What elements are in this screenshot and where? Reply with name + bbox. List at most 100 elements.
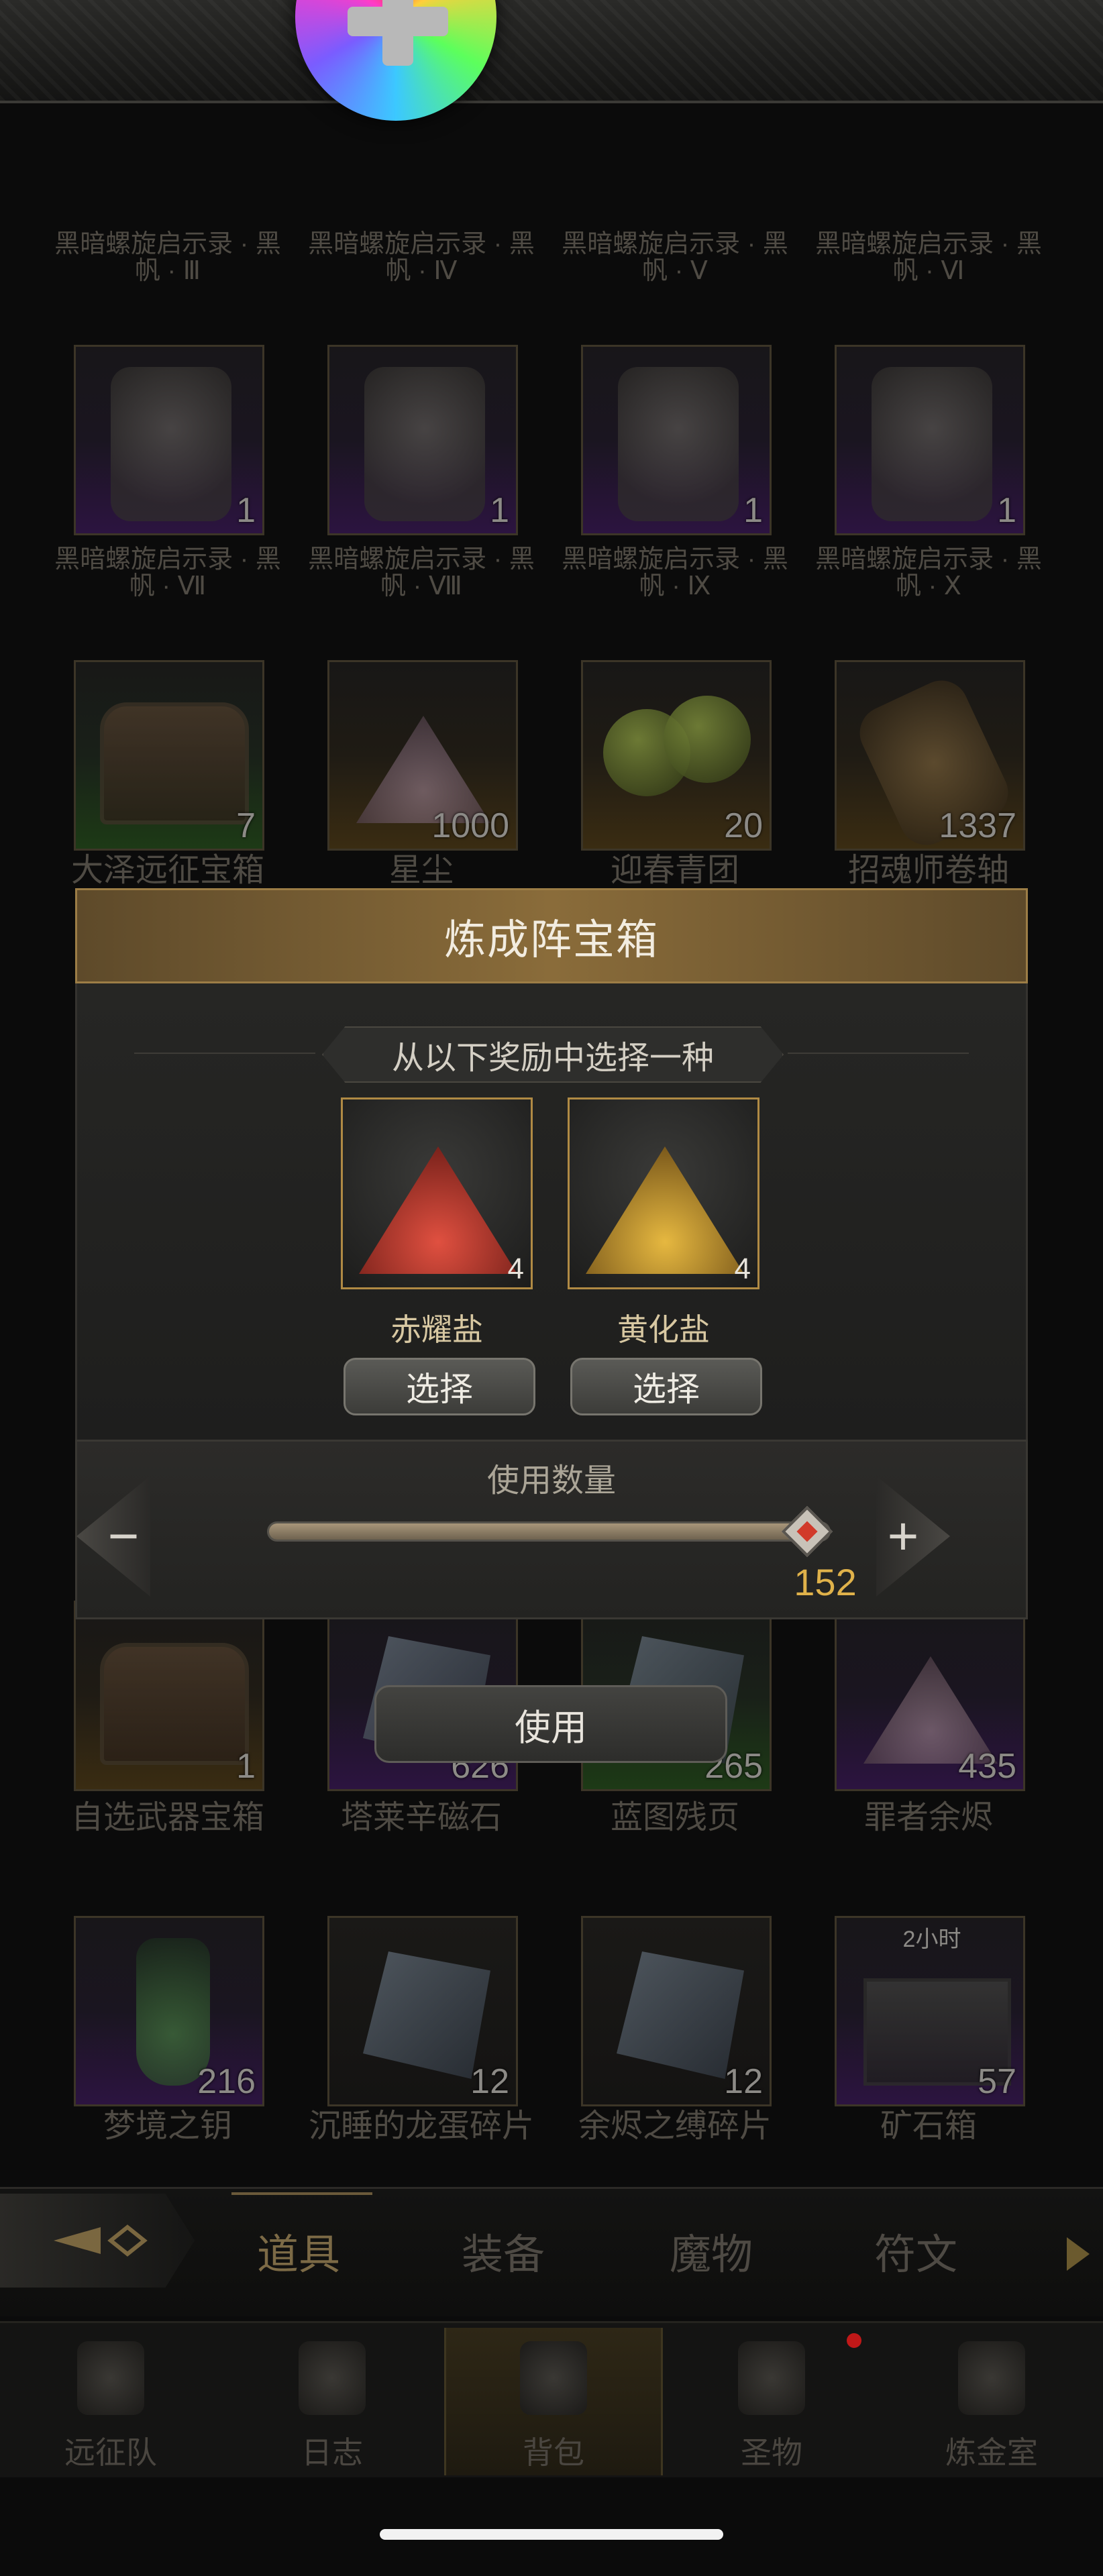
ember-shard-icon xyxy=(617,1951,744,2079)
item-tile[interactable]: 1 xyxy=(74,1601,264,1791)
item-tile[interactable]: 1000 xyxy=(327,660,518,851)
top-decoration xyxy=(0,0,1103,103)
item-count: 1000 xyxy=(431,806,509,845)
reward-tile-red-salt[interactable]: 4 xyxy=(341,1097,533,1289)
yellow-salt-icon xyxy=(586,1146,744,1274)
dumpling-icon xyxy=(664,696,751,783)
chest-icon xyxy=(100,1643,249,1765)
item-count: 57 xyxy=(978,2062,1016,2101)
reward-tile-yellow-salt[interactable]: 4 xyxy=(568,1097,759,1289)
quantity-value: 152 xyxy=(794,1561,857,1603)
item-label: 罪者余烬 xyxy=(863,1800,993,1835)
select-button[interactable]: 选择 xyxy=(344,1358,535,1415)
item-label: 黑暗螺旋启示录 · 黑帆 · Ⅷ xyxy=(308,545,535,600)
slider-fill xyxy=(269,1523,829,1540)
timer-label: 2小时 xyxy=(902,1927,961,1952)
chest-icon xyxy=(100,702,249,824)
nav-label: 炼金室 xyxy=(945,2435,1038,2470)
tab-monsters[interactable]: 魔物 xyxy=(637,2220,785,2281)
item-label: 黑暗螺旋启示录 · 黑帆 · Ⅵ xyxy=(815,230,1042,285)
item-label: 黑暗螺旋启示录 · 黑帆 · Ⅸ xyxy=(562,545,788,600)
item-label: 黑暗螺旋启示录 · 黑帆 · Ⅴ xyxy=(562,230,788,285)
nav-label: 远征队 xyxy=(64,2435,157,2470)
nav-backpack[interactable]: 背包 xyxy=(444,2328,663,2475)
reward-name: 赤耀盐 xyxy=(390,1312,483,1347)
item-tile[interactable]: 1 xyxy=(835,345,1025,535)
item-count: 1 xyxy=(743,491,763,530)
minus-icon: − xyxy=(107,1506,140,1566)
item-label: 黑暗螺旋启示录 · 黑帆 · Ⅹ xyxy=(815,545,1042,600)
back-arrow-icon xyxy=(54,2224,148,2257)
nav-label: 日志 xyxy=(301,2435,363,2470)
item-label: 自选武器宝箱 xyxy=(70,1800,264,1835)
nav-journal[interactable]: 日志 xyxy=(225,2328,439,2475)
item-count: 12 xyxy=(470,2062,509,2101)
item-tile[interactable]: 1 xyxy=(74,345,264,535)
item-label: 黑暗螺旋启示录 · 黑帆 · Ⅶ xyxy=(54,545,281,600)
item-count: 7 xyxy=(236,806,256,845)
item-label: 梦境之钥 xyxy=(103,2108,232,2144)
item-tile[interactable]: 20 xyxy=(581,660,772,851)
item-tile[interactable]: 1337 xyxy=(835,660,1025,851)
item-label: 塔莱辛磁石 xyxy=(340,1800,502,1835)
item-count: 1337 xyxy=(939,806,1016,845)
scroll-icon xyxy=(618,367,739,521)
dpad-icon xyxy=(341,0,455,77)
item-label: 黑暗螺旋启示录 · 黑帆 · Ⅳ xyxy=(308,230,535,285)
home-indicator[interactable] xyxy=(380,2529,723,2540)
item-label: 迎春青团 xyxy=(610,853,739,888)
backpack-icon xyxy=(520,2341,587,2415)
nav-label: 背包 xyxy=(523,2435,584,2470)
alchemy-icon xyxy=(958,2341,1025,2415)
dialog-title: 炼成阵宝箱 xyxy=(443,917,659,963)
banner-divider xyxy=(788,1053,969,1054)
tab-runes[interactable]: 符文 xyxy=(842,2220,990,2281)
notification-dot xyxy=(847,2333,861,2348)
item-count: 12 xyxy=(724,2062,763,2101)
use-button[interactable]: 使用 xyxy=(374,1685,727,1763)
item-tile[interactable]: 216 xyxy=(74,1916,264,2106)
tab-equipment[interactable]: 装备 xyxy=(429,2220,577,2281)
item-tile[interactable]: 7 xyxy=(74,660,264,851)
quantity-slider[interactable] xyxy=(267,1521,831,1542)
red-salt-icon xyxy=(359,1146,517,1274)
scroll-icon xyxy=(364,367,485,521)
back-button[interactable] xyxy=(0,2194,195,2288)
item-tile[interactable]: 1 xyxy=(327,345,518,535)
banner-divider xyxy=(134,1053,315,1054)
item-label: 余烬之缚碎片 xyxy=(578,2108,772,2144)
nav-expedition[interactable]: 远征队 xyxy=(3,2328,218,2475)
item-tile[interactable]: 2小时 57 xyxy=(835,1916,1025,2106)
item-tile[interactable]: 435 xyxy=(835,1601,1025,1791)
egg-shard-icon xyxy=(363,1951,490,2079)
item-tile[interactable]: 12 xyxy=(581,1916,772,2106)
scroll-icon xyxy=(111,367,231,521)
journal-icon xyxy=(299,2341,366,2415)
item-tile[interactable]: 12 xyxy=(327,1916,518,2106)
item-tile[interactable]: 1 xyxy=(581,345,772,535)
plus-icon: + xyxy=(887,1506,919,1566)
item-count: 216 xyxy=(197,2062,256,2101)
tab-active-indicator xyxy=(231,2175,372,2195)
nav-label: 圣物 xyxy=(741,2435,802,2470)
item-count: 1 xyxy=(997,491,1016,530)
item-label: 星尘 xyxy=(388,853,454,888)
item-label: 大泽远征宝箱 xyxy=(70,853,264,888)
item-label: 黑暗螺旋启示录 · 黑帆 · Ⅲ xyxy=(54,230,281,285)
item-label: 招魂师卷轴 xyxy=(847,853,1009,888)
item-count: 1 xyxy=(236,1747,256,1786)
item-count: 1 xyxy=(236,491,256,530)
item-count: 1 xyxy=(490,491,509,530)
nav-alchemy[interactable]: 炼金室 xyxy=(884,2328,1099,2475)
nav-relics[interactable]: 圣物 xyxy=(664,2328,879,2475)
item-label: 沉睡的龙蛋碎片 xyxy=(308,2108,534,2144)
helmet-icon xyxy=(77,2341,144,2415)
item-count: 435 xyxy=(958,1747,1016,1786)
scroll-icon xyxy=(872,367,992,521)
select-button[interactable]: 选择 xyxy=(570,1358,762,1415)
relic-icon xyxy=(738,2341,805,2415)
item-count: 20 xyxy=(724,806,763,845)
tab-items[interactable]: 道具 xyxy=(225,2220,372,2281)
item-label: 蓝图残页 xyxy=(610,1800,739,1835)
dialog-header: 炼成阵宝箱 xyxy=(75,888,1028,983)
